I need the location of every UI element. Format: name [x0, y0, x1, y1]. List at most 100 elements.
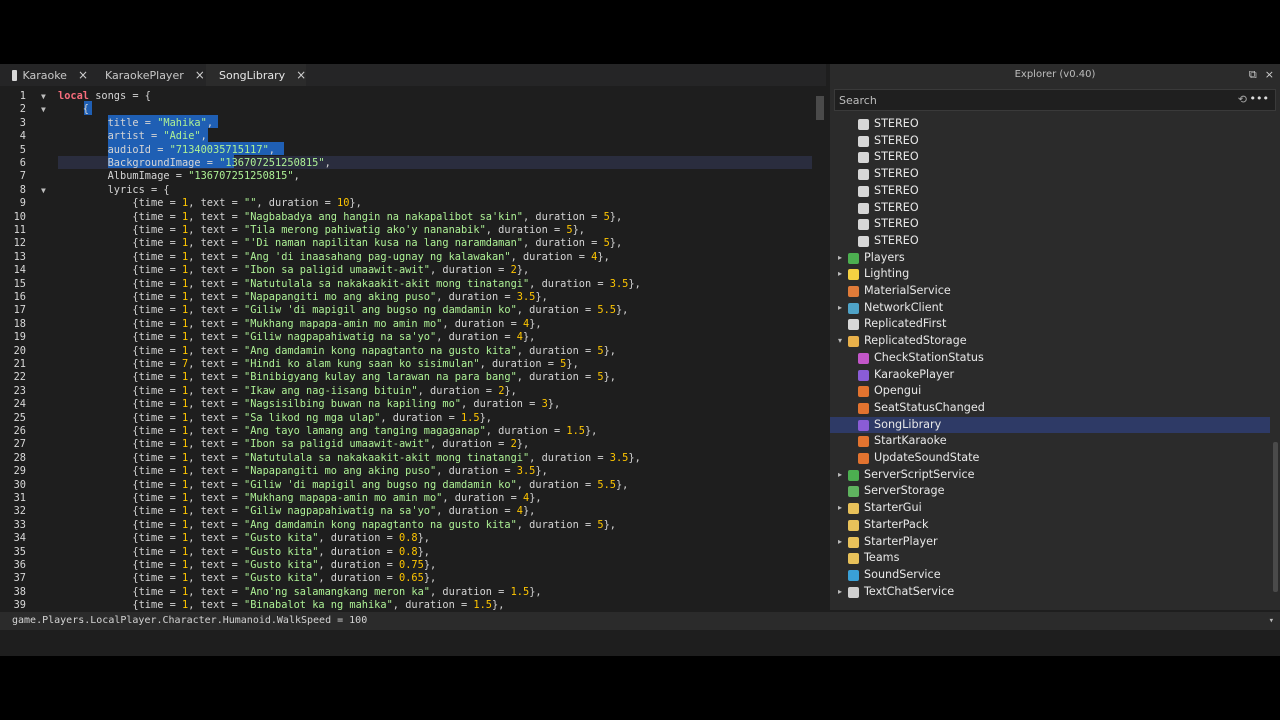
tree-item-replicatedfirst[interactable]: ReplicatedFirst — [830, 316, 1270, 333]
code-line[interactable]: {time = 1, text = "Ang damdamin kong nap… — [58, 345, 616, 358]
more-options-icon[interactable]: ••• — [1250, 92, 1269, 105]
tree-item-stereo[interactable]: STEREO — [830, 116, 1270, 133]
code-line[interactable]: title = "Mahika", — [58, 117, 213, 130]
code-line[interactable]: {time = 1, text = "Natutulala sa nakakaa… — [58, 452, 640, 465]
tree-item-stereo[interactable]: STEREO — [830, 183, 1270, 200]
code-line[interactable]: {time = 1, text = "Giliw 'di mapigil ang… — [58, 304, 628, 317]
code-line[interactable]: AlbumImage = "136707251250815", — [58, 170, 300, 183]
script-editor[interactable]: 1 ▼ 2 ▼ 3 4 5 6 7 8 ▼ 9 10 11 12 13 14 15 16 17 18 19 20 21 22 23… — [0, 86, 826, 610]
tree-item-soundservice[interactable]: SoundService — [830, 567, 1270, 584]
fold-toggle-icon[interactable]: ▼ — [41, 90, 46, 103]
tree-item-opengui[interactable]: Opengui — [830, 383, 1270, 400]
tree-item-materialservice[interactable]: MaterialService — [830, 283, 1270, 300]
code-line[interactable]: {time = 1, text = "Tila merong pahiwatig… — [58, 224, 585, 237]
tree-item-stereo[interactable]: STEREO — [830, 166, 1270, 183]
code-line[interactable]: {time = 1, text = "Mukhang mapapa-amin m… — [58, 318, 541, 331]
tree-item-seatstatuschanged[interactable]: SeatStatusChanged — [830, 400, 1270, 417]
scrollbar-thumb[interactable] — [1273, 442, 1278, 592]
tree-item-stereo[interactable]: STEREO — [830, 233, 1270, 250]
chevron-right-icon[interactable]: ▸ — [835, 500, 845, 517]
tree-item-serverscriptservice[interactable]: ▸ ServerScriptService — [830, 467, 1270, 484]
tree-item-startkaraoke[interactable]: StartKaraoke — [830, 433, 1270, 450]
code-line[interactable]: {time = 1, text = "Napapangiti mo ang ak… — [58, 465, 547, 478]
chevron-right-icon[interactable]: ▸ — [835, 300, 845, 317]
code-line[interactable]: {time = 1, text = "Ang 'di inaasahang pa… — [58, 251, 609, 264]
code-line[interactable]: {time = 1, text = "Gusto kita", duration… — [58, 572, 436, 585]
tree-item-replicatedstorage[interactable]: ▾ ReplicatedStorage — [830, 333, 1270, 350]
tree-item-players[interactable]: ▸ Players — [830, 250, 1270, 267]
code-line[interactable]: {time = 1, text = "Giliw 'di mapigil ang… — [58, 479, 628, 492]
tree-item-stereo[interactable]: STEREO — [830, 216, 1270, 233]
chevron-right-icon[interactable]: ▸ — [835, 467, 845, 484]
chevron-right-icon[interactable]: ▸ — [835, 266, 845, 283]
code-line[interactable]: {time = 1, text = "Ang tayo lamang ang t… — [58, 425, 597, 438]
chevron-right-icon[interactable]: ▸ — [835, 584, 845, 601]
tree-item-updatesoundstate[interactable]: UpdateSoundState — [830, 450, 1270, 467]
code-line[interactable]: {time = 1, text = "Binibigyang kulay ang… — [58, 371, 616, 384]
tree-item-checkstationstatus[interactable]: CheckStationStatus — [830, 350, 1270, 367]
tab-songlibrary[interactable]: SongLibrary × — [206, 64, 306, 86]
chevron-down-icon[interactable]: ▾ — [1269, 612, 1274, 630]
tree-item-stereo[interactable]: STEREO — [830, 200, 1270, 217]
chevron-right-icon[interactable]: ▸ — [835, 250, 845, 267]
close-icon[interactable]: × — [195, 68, 205, 82]
editor-scrollbar[interactable] — [814, 86, 826, 610]
code-line[interactable]: {time = 1, text = "Mukhang mapapa-amin m… — [58, 492, 541, 505]
code-line[interactable]: {time = 1, text = "Gusto kita", duration… — [58, 559, 436, 572]
tree-item-serverstorage[interactable]: ServerStorage — [830, 483, 1270, 500]
code-line[interactable]: {time = 1, text = "Giliw nagpapahiwatig … — [58, 505, 535, 518]
code-line[interactable]: {time = 1, text = "Nagsisilbing buwan na… — [58, 398, 560, 411]
code-line[interactable]: {time = 1, text = "Napapangiti mo ang ak… — [58, 291, 547, 304]
tree-item-networkclient[interactable]: ▸ NetworkClient — [830, 300, 1270, 317]
code-line[interactable]: {time = 1, text = "Ano'ng salamangkang m… — [58, 586, 541, 599]
code-line[interactable]: {time = 1, text = "", duration = 10}, — [58, 197, 361, 210]
tree-item-karaokeplayer[interactable]: KaraokePlayer — [830, 367, 1270, 384]
code-line[interactable]: local songs = { — [58, 90, 151, 103]
close-icon[interactable]: × — [78, 68, 88, 82]
code-line[interactable]: artist = "Adie", — [58, 130, 207, 143]
close-icon[interactable]: × — [1265, 68, 1274, 82]
scrollbar-thumb[interactable] — [816, 96, 824, 120]
fold-toggle-icon[interactable]: ▼ — [41, 103, 46, 116]
code-line[interactable]: {time = 1, text = "'Di naman napilitan k… — [58, 237, 622, 250]
chevron-down-icon[interactable]: ▾ — [835, 333, 845, 350]
tree-item-starterpack[interactable]: StarterPack — [830, 517, 1270, 534]
tree-item-stereo[interactable]: STEREO — [830, 133, 1270, 150]
code-line[interactable]: {time = 1, text = "Gusto kita", duration… — [58, 546, 430, 559]
tab-karaoke[interactable]: Karaoke × — [4, 64, 88, 86]
tree-item-lighting[interactable]: ▸ Lighting — [830, 266, 1270, 283]
code-area[interactable]: local songs = { { title = "Mahika", arti… — [58, 86, 812, 610]
code-line[interactable]: {time = 1, text = "Giliw nagpapahiwatig … — [58, 331, 535, 344]
explorer-scrollbar[interactable] — [1273, 112, 1279, 602]
close-icon[interactable]: × — [296, 68, 306, 82]
tree-item-teams[interactable]: Teams — [830, 550, 1270, 567]
code-line[interactable]: {time = 1, text = "Ibon sa paligid umaaw… — [58, 264, 529, 277]
chevron-right-icon[interactable]: ▸ — [835, 534, 845, 551]
fold-toggle-icon[interactable]: ▼ — [41, 184, 46, 197]
code-line[interactable]: {time = 1, text = "Gusto kita", duration… — [58, 532, 430, 545]
tree-item-startergui[interactable]: ▸ StarterGui — [830, 500, 1270, 517]
code-line[interactable]: lyrics = { — [58, 184, 170, 197]
history-icon[interactable]: ⟲ — [1238, 93, 1247, 106]
tab-karaokeplayer[interactable]: KaraokePlayer × — [92, 64, 205, 86]
tree-item-textchatservice[interactable]: ▸ TextChatService — [830, 584, 1270, 601]
pop-out-icon[interactable]: ⧉ — [1249, 68, 1257, 82]
command-bar[interactable]: game.Players.LocalPlayer.Character.Human… — [0, 612, 1280, 630]
code-line[interactable]: {time = 1, text = "Binabalot ka ng mahik… — [58, 599, 504, 610]
code-line[interactable]: BackgroundImage = "136707251250815", — [58, 157, 331, 170]
tree-item-songlibrary[interactable]: SongLibrary — [830, 416, 1270, 434]
line-number: 17 — [13, 304, 26, 317]
code-line[interactable]: {time = 1, text = "Ibon sa paligid umaaw… — [58, 438, 529, 451]
tree-item-starterplayer[interactable]: ▸ StarterPlayer — [830, 534, 1270, 551]
code-line[interactable]: {time = 1, text = "Ikaw ang nag-iisang b… — [58, 385, 516, 398]
code-line[interactable]: {time = 1, text = "Sa likod ng mga ulap"… — [58, 412, 492, 425]
code-line[interactable]: {time = 1, text = "Ang damdamin kong nap… — [58, 519, 616, 532]
search-input[interactable] — [839, 92, 1219, 108]
code-line[interactable]: {time = 1, text = "Nagbabadya ang hangin… — [58, 211, 622, 224]
code-line[interactable]: {time = 1, text = "Natutulala sa nakakaa… — [58, 278, 640, 291]
command-input[interactable]: game.Players.LocalPlayer.Character.Human… — [12, 615, 367, 626]
code-line[interactable]: {time = 7, text = "Hindi ko alam kung sa… — [58, 358, 578, 371]
code-line[interactable]: { — [58, 103, 89, 116]
tree-item-stereo[interactable]: STEREO — [830, 149, 1270, 166]
code-line[interactable]: audioId = "71340035715117", — [58, 144, 275, 157]
